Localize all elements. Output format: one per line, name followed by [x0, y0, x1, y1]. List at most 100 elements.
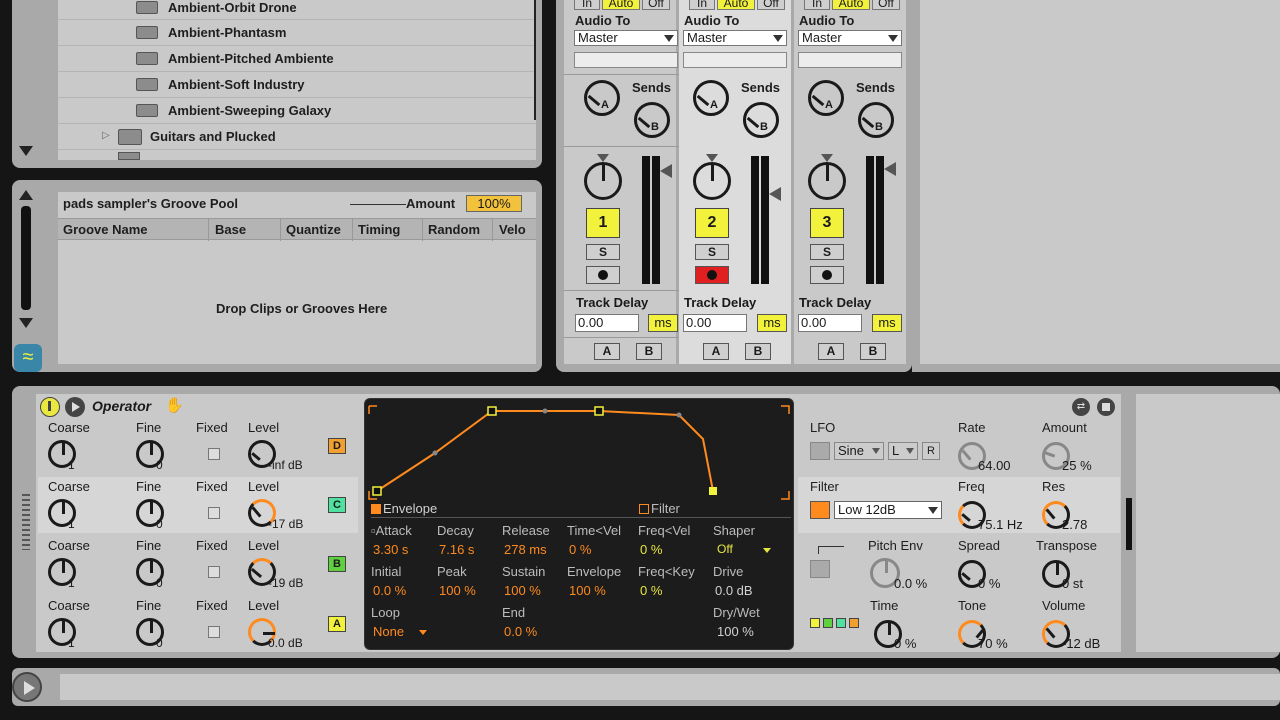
crossfade-a-button[interactable]: A — [818, 343, 844, 360]
audio-output-select[interactable]: Master — [574, 30, 678, 46]
scroll-up-icon[interactable] — [19, 190, 33, 200]
device-on-icon[interactable] — [40, 397, 60, 417]
envelope-graph[interactable] — [365, 399, 795, 503]
time-vel-value[interactable]: 0 % — [569, 542, 591, 557]
lfo-toggle[interactable] — [810, 442, 830, 460]
audio-output-select[interactable]: Master — [798, 30, 902, 46]
shaper-value[interactable]: Off — [717, 542, 733, 556]
oscillator-b-button[interactable]: B — [328, 556, 346, 572]
save-preset-icon[interactable] — [1097, 398, 1115, 416]
lfo-range-select[interactable]: L — [888, 442, 918, 460]
sustain-value[interactable]: 100 % — [504, 583, 541, 598]
crossfade-b-button[interactable]: B — [860, 343, 886, 360]
device-expand-icon[interactable] — [65, 397, 85, 417]
monitor-in-button[interactable]: In — [804, 0, 830, 10]
crossfade-a-button[interactable]: A — [594, 343, 620, 360]
filter-tab-indicator[interactable] — [639, 504, 649, 514]
algorithm-icon[interactable] — [810, 618, 862, 630]
monitor-off-button[interactable]: Off — [642, 0, 670, 10]
volume-fader-handle[interactable] — [769, 187, 781, 201]
track-delay-field[interactable]: 0.00 — [575, 314, 639, 332]
solo-button[interactable]: S — [586, 244, 620, 260]
solo-button[interactable]: S — [695, 244, 729, 260]
envelope-tab-indicator[interactable] — [371, 504, 381, 514]
output-channel-field[interactable] — [798, 52, 902, 68]
arm-button[interactable] — [586, 266, 620, 284]
browser-item[interactable]: Ambient-Soft Industry — [58, 72, 536, 98]
send-a-knob[interactable]: A — [808, 80, 844, 116]
freq-vel-value[interactable]: 0 % — [640, 542, 662, 557]
filter-tab[interactable]: Filter — [651, 501, 680, 516]
oscillator-c-button[interactable]: C — [328, 497, 346, 513]
column-header[interactable]: Groove Name — [63, 222, 148, 237]
column-header[interactable]: Quantize — [286, 222, 341, 237]
column-header[interactable]: Timing — [358, 222, 400, 237]
amount-field[interactable]: 100% — [466, 195, 522, 212]
delay-ms-button[interactable]: ms — [872, 314, 902, 332]
arm-button[interactable] — [695, 266, 729, 284]
scroll-down-icon[interactable] — [19, 146, 33, 156]
solo-button[interactable]: S — [810, 244, 844, 260]
browser-item[interactable]: Ambient-Pitched Ambiente — [58, 46, 536, 72]
send-a-knob[interactable]: A — [693, 80, 729, 116]
send-a-knob[interactable]: A — [584, 80, 620, 116]
envelope-display[interactable]: Envelope Filter ▫Attack 3.30 s Decay 7.1… — [364, 398, 794, 650]
envelope-amount-value[interactable]: 100 % — [569, 583, 606, 598]
volume-fader-handle[interactable] — [884, 162, 896, 176]
volume-fader-handle[interactable] — [660, 164, 672, 178]
crossfade-a-button[interactable]: A — [703, 343, 729, 360]
pitch-env-toggle[interactable] — [810, 560, 830, 578]
expand-triangle-icon[interactable]: ▷ — [102, 130, 110, 141]
groove-pool-area[interactable]: pads sampler's Groove Pool Amount 100% G… — [58, 192, 536, 364]
monitor-off-button[interactable]: Off — [757, 0, 785, 10]
delay-ms-button[interactable]: ms — [757, 314, 787, 332]
audio-output-select[interactable]: Master — [683, 30, 787, 46]
column-header[interactable]: Velo — [499, 222, 526, 237]
pan-knob[interactable] — [808, 162, 846, 200]
track-delay-field[interactable]: 0.00 — [683, 314, 747, 332]
play-icon[interactable] — [12, 672, 42, 702]
oscillator-a-button[interactable]: A — [328, 616, 346, 632]
arm-button[interactable] — [810, 266, 844, 284]
hot-swap-icon[interactable]: ⇄ — [1072, 398, 1090, 416]
scrollbar[interactable] — [534, 0, 536, 120]
attack-value[interactable]: 3.30 s — [373, 542, 408, 557]
track-activator-button[interactable]: 3 — [810, 208, 844, 238]
loop-dropdown-arrow-icon[interactable] — [419, 630, 427, 635]
fixed-checkbox[interactable] — [208, 626, 220, 638]
send-b-knob[interactable]: B — [743, 102, 779, 138]
pan-knob[interactable] — [584, 162, 622, 200]
pan-knob[interactable] — [693, 162, 731, 200]
delay-ms-button[interactable]: ms — [648, 314, 678, 332]
monitor-in-button[interactable]: In — [689, 0, 715, 10]
groove-pool-toggle-icon[interactable]: ≈ — [14, 344, 42, 372]
drive-value[interactable]: 0.0 dB — [715, 583, 753, 598]
column-header[interactable]: Base — [215, 222, 246, 237]
vertical-scrollbar[interactable] — [21, 206, 31, 310]
browser-item[interactable]: Ambient-Phantasm — [58, 20, 536, 46]
filter-toggle[interactable] — [810, 501, 830, 519]
column-header[interactable]: Random — [428, 222, 480, 237]
crossfade-b-button[interactable]: B — [745, 343, 771, 360]
freq-key-value[interactable]: 0 % — [640, 583, 662, 598]
monitor-auto-button[interactable]: Auto — [717, 0, 755, 10]
filter-type-select[interactable]: Low 12dB — [834, 501, 942, 519]
output-channel-field[interactable] — [683, 52, 787, 68]
decay-value[interactable]: 7.16 s — [439, 542, 474, 557]
resize-handle[interactable] — [1126, 498, 1132, 550]
send-b-knob[interactable]: B — [634, 102, 670, 138]
end-value[interactable]: 0.0 % — [504, 624, 537, 639]
lfo-retrigger-button[interactable]: R — [922, 442, 940, 460]
crossfade-b-button[interactable]: B — [636, 343, 662, 360]
oscillator-d-button[interactable]: D — [328, 438, 346, 454]
output-channel-field[interactable] — [574, 52, 678, 68]
monitor-auto-button[interactable]: Auto — [832, 0, 870, 10]
shaper-dropdown-arrow-icon[interactable] — [763, 548, 771, 553]
track-activator-button[interactable]: 2 — [695, 208, 729, 238]
scroll-down-icon[interactable] — [19, 318, 33, 328]
dry-wet-value[interactable]: 100 % — [717, 624, 754, 639]
browser-item[interactable]: Ambient-Sweeping Galaxy — [58, 98, 536, 124]
send-b-knob[interactable]: B — [858, 102, 894, 138]
track-activator-button[interactable]: 1 — [586, 208, 620, 238]
initial-value[interactable]: 0.0 % — [373, 583, 406, 598]
